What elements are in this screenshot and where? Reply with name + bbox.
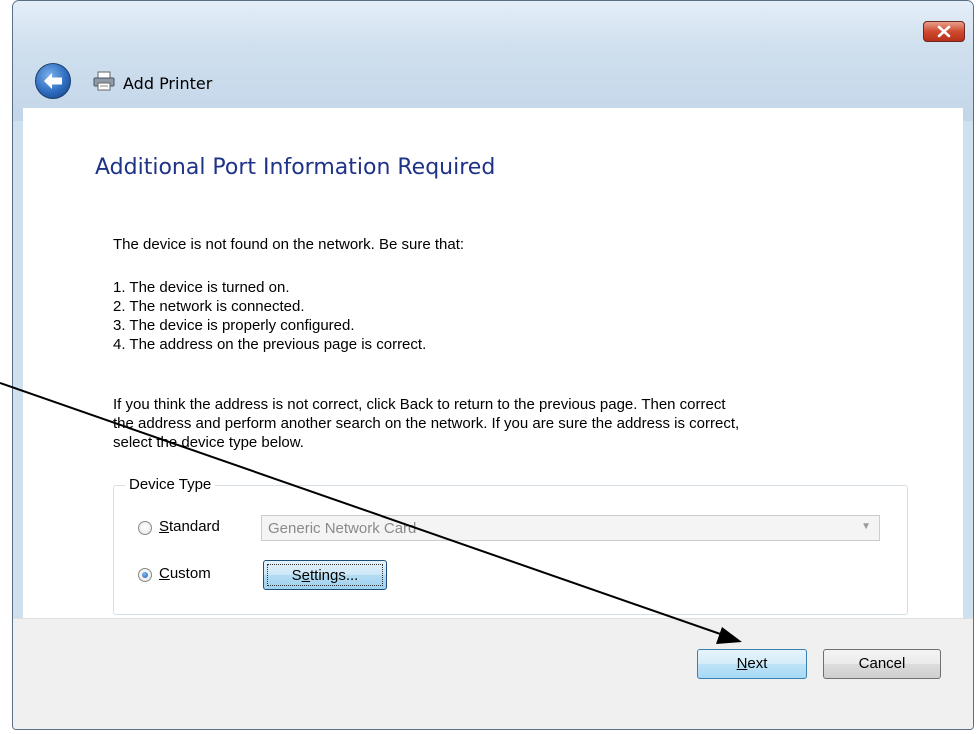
wizard-footer: Next Cancel xyxy=(13,618,973,729)
instruction-line: If you think the address is not correct,… xyxy=(113,396,726,413)
chevron-down-icon[interactable]: ▼ xyxy=(861,521,871,532)
instruction-line: the address and perform another search o… xyxy=(113,415,740,432)
device-type-label: Device Type xyxy=(125,476,216,493)
wizard-content: Additional Port Information Required The… xyxy=(23,108,963,618)
close-button[interactable] xyxy=(923,21,965,42)
next-label-rest: ext xyxy=(747,655,768,672)
instructions-text: If you think the address is not correct,… xyxy=(113,395,739,452)
custom-label-rest: ustom xyxy=(169,565,211,582)
settings-label-pre: S xyxy=(291,567,302,584)
title-bar: Add Printer xyxy=(13,1,973,121)
settings-mnemonic: e xyxy=(301,567,310,584)
settings-label-post: ttings... xyxy=(310,567,359,584)
checklist-item: 1. The device is turned on. xyxy=(113,279,290,296)
next-button[interactable]: Next xyxy=(697,649,807,679)
checklist-item: 2. The network is connected. xyxy=(113,298,305,315)
cancel-button[interactable]: Cancel xyxy=(823,649,941,679)
custom-label[interactable]: Custom xyxy=(159,565,211,582)
device-type-group xyxy=(113,485,908,615)
printer-icon xyxy=(93,71,115,91)
close-icon xyxy=(937,25,951,38)
custom-radio[interactable] xyxy=(138,568,152,582)
checklist-item: 3. The device is properly configured. xyxy=(113,317,355,334)
back-button[interactable] xyxy=(35,63,71,99)
intro-text: The device is not found on the network. … xyxy=(113,236,465,253)
device-type-combobox[interactable]: Generic Network Card ▼ xyxy=(261,515,880,541)
checklist: 1. The device is turned on. 2. The netwo… xyxy=(113,278,426,354)
checklist-item: 4. The address on the previous page is c… xyxy=(113,336,427,353)
standard-mnemonic: S xyxy=(159,518,170,535)
combobox-value: Generic Network Card xyxy=(268,520,417,537)
page-heading: Additional Port Information Required xyxy=(95,155,496,180)
next-mnemonic: N xyxy=(736,655,748,672)
settings-button[interactable]: Settings... xyxy=(263,560,387,590)
focus-rect: Settings... xyxy=(267,564,383,586)
standard-label-rest: tandard xyxy=(169,518,220,535)
back-arrow-icon xyxy=(44,73,62,89)
standard-label[interactable]: Standard xyxy=(159,518,220,535)
standard-radio[interactable] xyxy=(138,521,152,535)
window-title: Add Printer xyxy=(123,74,213,93)
instruction-line: select the device type below. xyxy=(113,434,304,451)
add-printer-window: Add Printer Additional Port Information … xyxy=(12,0,974,730)
custom-mnemonic: C xyxy=(159,565,170,582)
